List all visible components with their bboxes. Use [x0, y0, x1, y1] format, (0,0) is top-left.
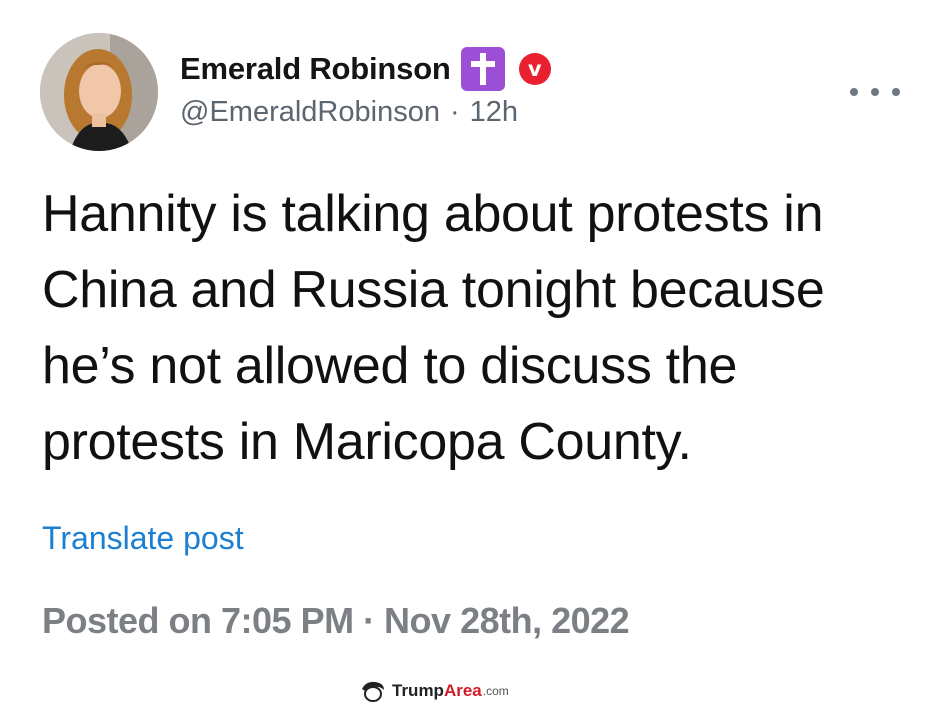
post-card: Emerald Robinson v @EmeraldRobinson · 12… [0, 0, 940, 705]
post-text-line: protests in Maricopa County. [42, 413, 692, 471]
post-text-line: Hannity is talking about protests in [42, 185, 824, 243]
post-timestamp: Posted on 7:05 PM · Nov 28th, 2022 [42, 600, 630, 641]
watermark: Trump Area .com [360, 680, 509, 702]
more-options-button[interactable] [850, 80, 900, 104]
display-name[interactable]: Emerald Robinson [180, 51, 451, 87]
author-handle[interactable]: @EmeraldRobinson [180, 96, 440, 129]
avatar[interactable] [40, 33, 158, 151]
avatar-image [40, 33, 158, 151]
author-name-row: Emerald Robinson v [180, 44, 551, 94]
trump-hair-logo-icon [362, 681, 384, 702]
post-text-line: China and Russia tonight because [42, 261, 825, 319]
watermark-text-trump: Trump [392, 681, 444, 700]
more-horizontal-icon [850, 88, 858, 96]
separator-dot: · [449, 96, 460, 128]
latin-cross-icon [460, 47, 505, 91]
translate-post-link[interactable]: Translate post [42, 520, 244, 557]
watermark-text-area: Area [443, 681, 482, 700]
post-text: Hannity is talking about protests in Chi… [42, 176, 902, 480]
author-handle-row: @EmeraldRobinson · 12h [180, 96, 518, 129]
post-text-line: he’s not allowed to discuss the [42, 337, 738, 395]
post-time-ago[interactable]: 12h [470, 96, 518, 129]
watermark-text-com: .com [482, 684, 509, 698]
v-verified-icon: v [518, 53, 551, 85]
